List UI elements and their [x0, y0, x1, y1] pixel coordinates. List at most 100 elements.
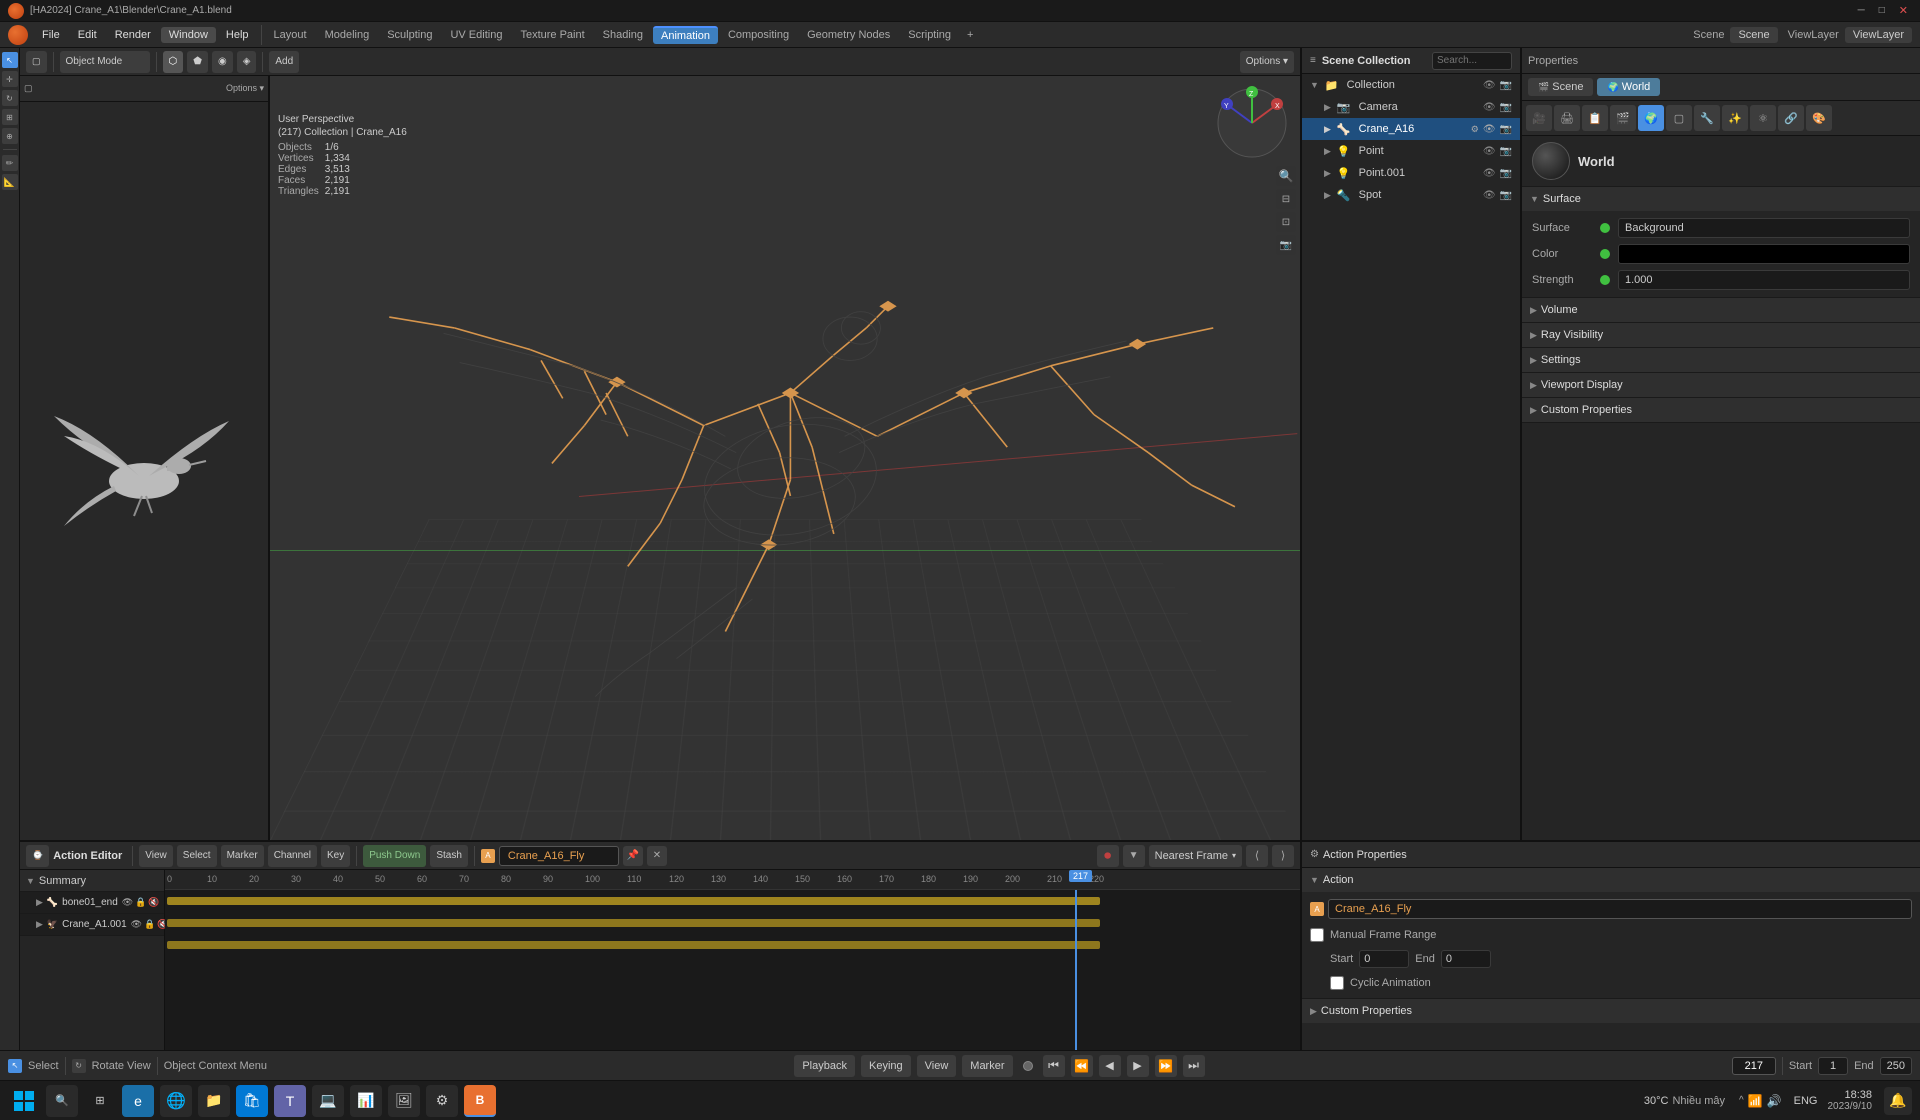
sidebar-annotate-tool[interactable]: ✏: [2, 155, 18, 171]
language-indicator[interactable]: ENG: [1794, 1095, 1818, 1107]
view-solid[interactable]: ⬟: [187, 51, 208, 73]
scene-tab[interactable]: 🎬 Scene: [1528, 78, 1593, 96]
next-marker-btn[interactable]: ⟩: [1272, 845, 1294, 867]
action-close-btn[interactable]: ✕: [647, 846, 667, 866]
point-vis-icon[interactable]: 👁: [1483, 146, 1496, 157]
crane-visible-icon[interactable]: 👁: [131, 919, 142, 930]
outliner-item-camera[interactable]: ▶ 📷 Camera 👁 📷: [1302, 96, 1520, 118]
view-menu[interactable]: View: [139, 845, 173, 867]
track-lock-icon[interactable]: 🔒: [135, 897, 146, 908]
point001-vis-icon[interactable]: 👁: [1483, 168, 1496, 179]
taskbar-task-view[interactable]: ⊞: [84, 1085, 116, 1117]
crane-vis-icon[interactable]: 👁: [1483, 124, 1496, 135]
view-wireframe[interactable]: ⬡: [163, 51, 184, 73]
volume-section-header[interactable]: ▶ Volume: [1522, 298, 1920, 322]
menu-help[interactable]: Help: [218, 27, 257, 43]
marker-menu[interactable]: Marker: [221, 845, 264, 867]
render-props-btn[interactable]: 🎥: [1526, 105, 1552, 131]
taskbar-app2[interactable]: 📊: [350, 1085, 382, 1117]
sidebar-move-tool[interactable]: ✛: [2, 71, 18, 87]
action-cp-header[interactable]: ▶ Custom Properties: [1302, 999, 1920, 1023]
outliner-item-crane[interactable]: ▶ 🦴 Crane_A16 ⚙ 👁 📷: [1302, 118, 1520, 140]
taskbar-edge[interactable]: e: [122, 1085, 154, 1117]
ruler-tracks-area[interactable]: 0 10 20 30 40 50 60 70 80 90 100 110: [165, 870, 1300, 1050]
surface-section-header[interactable]: ▼ Surface: [1522, 187, 1920, 211]
keying-btn[interactable]: Keying: [861, 1055, 911, 1077]
menu-render[interactable]: Render: [107, 27, 159, 43]
uv-editing-label[interactable]: UV Editing: [442, 27, 510, 43]
zoom-border-btn[interactable]: ⊡: [1276, 212, 1296, 232]
maximize-btn[interactable]: □: [1875, 5, 1889, 16]
menu-edit[interactable]: Edit: [70, 27, 105, 43]
taskbar-chrome[interactable]: 🌐: [160, 1085, 192, 1117]
action-section-header[interactable]: ▼ Action: [1302, 868, 1920, 892]
record-btn[interactable]: ⏺: [1097, 845, 1119, 867]
close-btn[interactable]: ✕: [1895, 4, 1912, 17]
viewport-display-header[interactable]: ▶ Viewport Display: [1522, 373, 1920, 397]
goto-end-btn[interactable]: ⏭: [1183, 1055, 1205, 1077]
strength-value[interactable]: 1.000: [1618, 270, 1910, 290]
outliner-search-input[interactable]: [1432, 52, 1512, 70]
action-name-display[interactable]: Crane_A16_Fly: [1328, 899, 1912, 919]
notification-btn[interactable]: 🔔: [1884, 1087, 1912, 1115]
camera-vis-icon[interactable]: 👁: [1483, 102, 1496, 113]
view-material[interactable]: ◉: [212, 51, 233, 73]
summary-track[interactable]: ▼ Summary: [20, 870, 164, 892]
compositing-label[interactable]: Compositing: [720, 27, 797, 43]
track-visible-icon[interactable]: 👁: [122, 897, 133, 908]
world-tab[interactable]: 🌍 World: [1597, 78, 1660, 96]
texture-paint-label[interactable]: Texture Paint: [512, 27, 592, 43]
crane-track[interactable]: ▶ 🦅 Crane_A1.001 👁 🔒 🔇: [20, 914, 164, 936]
outliner-item-point[interactable]: ▶ 💡 Point 👁 📷: [1302, 140, 1520, 162]
output-props-btn[interactable]: 🖨: [1554, 105, 1580, 131]
collection-vis-icon[interactable]: 👁: [1483, 80, 1496, 91]
view-render[interactable]: ◈: [237, 51, 257, 73]
taskbar-teams[interactable]: T: [274, 1085, 306, 1117]
crane-prop-icon[interactable]: ⚙: [1471, 124, 1479, 135]
main-viewport[interactable]: User Perspective (217) Collection | Cran…: [270, 76, 1300, 840]
windows-start-btn[interactable]: [8, 1085, 40, 1117]
sidebar-rotate-tool[interactable]: ↻: [2, 90, 18, 106]
start-frame-value[interactable]: 1: [1818, 1057, 1848, 1075]
crane-lock-icon[interactable]: 🔒: [144, 919, 155, 930]
color-swatch[interactable]: [1618, 244, 1910, 264]
spot-render-icon[interactable]: 📷: [1500, 190, 1512, 201]
scene-selector[interactable]: Scene: [1730, 27, 1777, 43]
collection-render-icon[interactable]: 📷: [1500, 80, 1512, 91]
marker-btn[interactable]: Marker: [962, 1055, 1012, 1077]
sidebar-measure-tool[interactable]: 📐: [2, 174, 18, 190]
snap-dropdown[interactable]: Nearest Frame ▾: [1149, 845, 1242, 867]
prev-marker-btn[interactable]: ⟨: [1246, 845, 1268, 867]
settings-header[interactable]: ▶ Settings: [1522, 348, 1920, 372]
crane-render-icon[interactable]: 📷: [1500, 124, 1512, 135]
stash-btn[interactable]: Stash: [430, 845, 468, 867]
key-menu[interactable]: Key: [321, 845, 350, 867]
action-selector[interactable]: Crane_A16_Fly: [499, 846, 619, 866]
object-props-btn[interactable]: ▢: [1666, 105, 1692, 131]
camera-btn[interactable]: 📷: [1276, 235, 1296, 255]
menu-window[interactable]: Window: [161, 27, 216, 43]
constraints-props-btn[interactable]: 🔗: [1778, 105, 1804, 131]
play-btn[interactable]: ▶: [1127, 1055, 1149, 1077]
cyclic-checkbox[interactable]: [1330, 976, 1344, 990]
zoom-out-btn[interactable]: ⊟: [1276, 189, 1296, 209]
end-value[interactable]: 0: [1441, 950, 1491, 968]
filter-btn[interactable]: ▼: [1123, 845, 1145, 867]
preview-options[interactable]: Options ▾: [226, 83, 264, 94]
view-layer-selector[interactable]: ViewLayer: [1845, 27, 1912, 43]
particles-props-btn[interactable]: ✨: [1722, 105, 1748, 131]
point001-render-icon[interactable]: 📷: [1500, 168, 1512, 179]
select-menu[interactable]: Select: [177, 845, 217, 867]
outliner-item-point001[interactable]: ▶ 💡 Point.001 👁 📷: [1302, 162, 1520, 184]
mode-dropdown[interactable]: Object Mode: [60, 51, 150, 73]
playback-dropdown[interactable]: Playback: [794, 1055, 855, 1077]
taskbar-explorer[interactable]: 📁: [198, 1085, 230, 1117]
scripting-label[interactable]: Scripting: [900, 27, 959, 43]
view-layer-props-btn[interactable]: 📋: [1582, 105, 1608, 131]
shading-label[interactable]: Shading: [595, 27, 651, 43]
tray-network[interactable]: 📶: [1748, 1094, 1763, 1108]
outliner-item-spot[interactable]: ▶ 🔦 Spot 👁 📷: [1302, 184, 1520, 206]
physics-props-btn[interactable]: ⚛: [1750, 105, 1776, 131]
prev-frame-btn[interactable]: ⏪: [1071, 1055, 1093, 1077]
end-frame-value[interactable]: 250: [1880, 1057, 1912, 1075]
